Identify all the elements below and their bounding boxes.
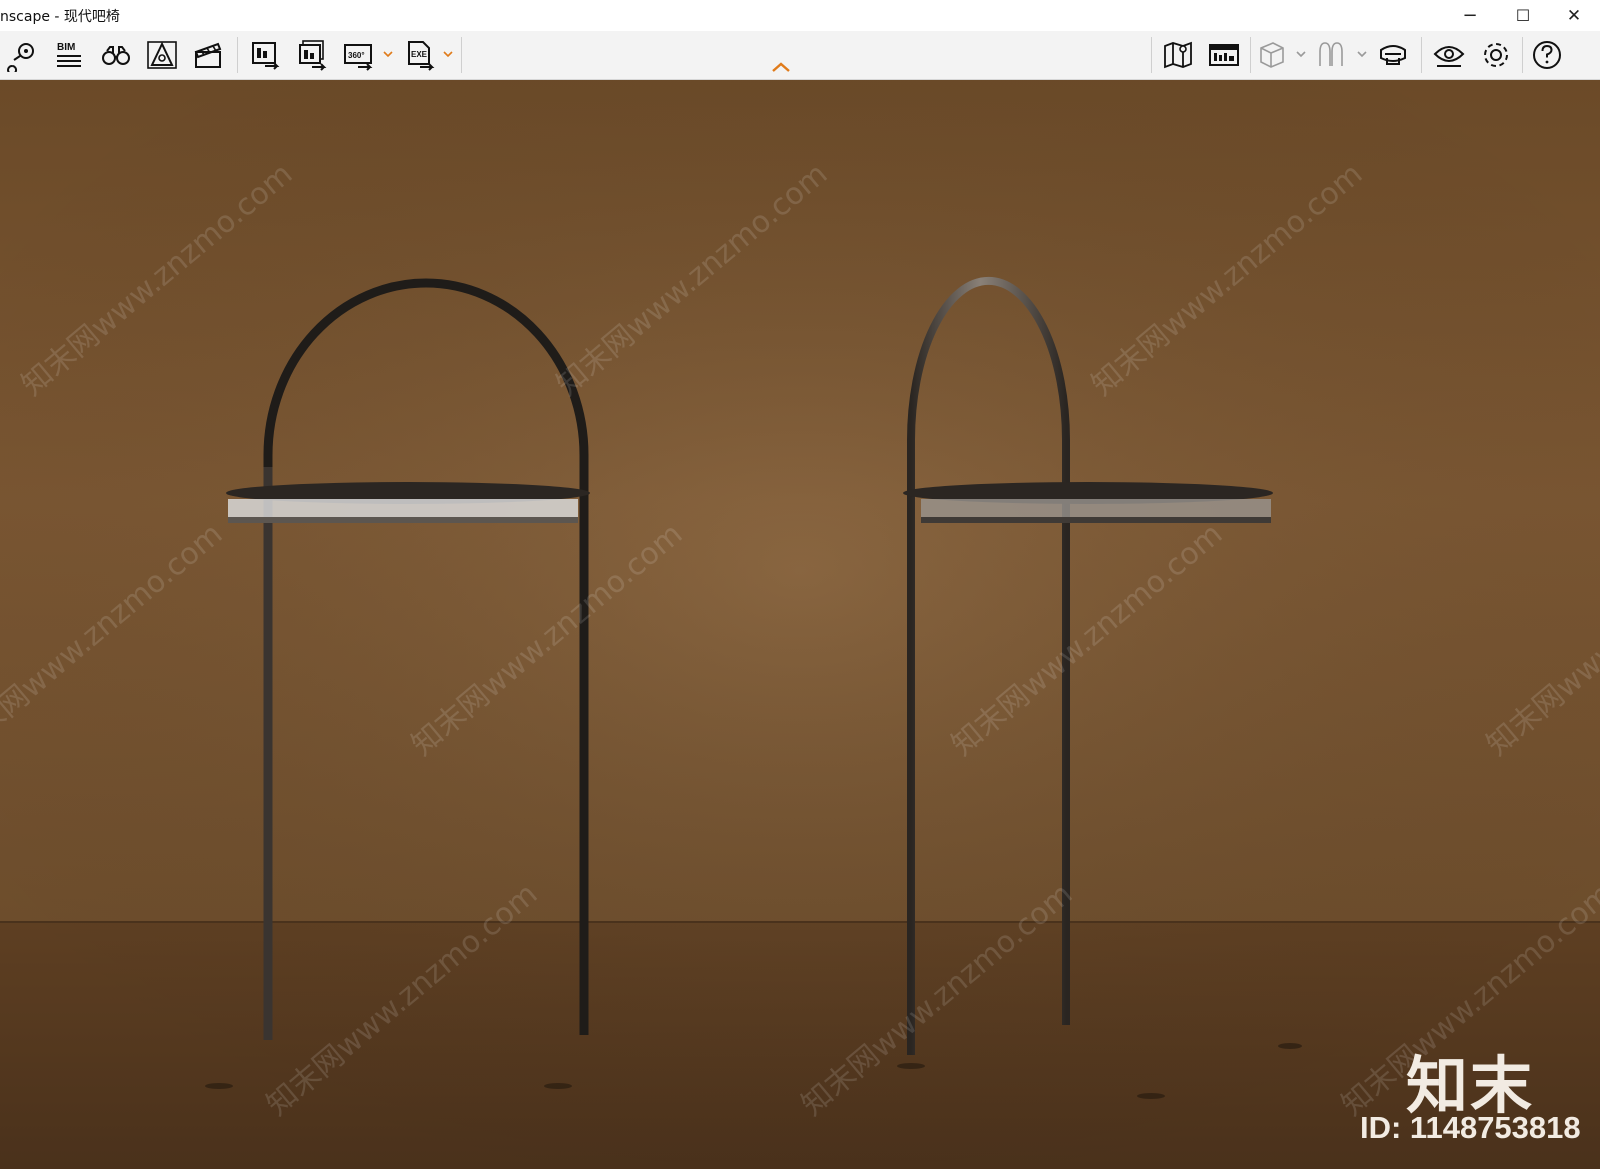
vr-headset-button[interactable]	[1373, 37, 1413, 73]
export-batch-button[interactable]	[292, 37, 332, 73]
scene-render	[0, 80, 1600, 1169]
toolbar-separator	[461, 37, 462, 73]
export-image-button[interactable]	[245, 37, 285, 73]
toolbar-separator	[1151, 37, 1152, 73]
visibility-button[interactable]	[1429, 37, 1469, 73]
cube-icon	[1260, 42, 1284, 68]
render-viewport[interactable]: 知末网www.znzmo.com 知末网www.znzmo.com 知末网www…	[0, 80, 1600, 1169]
minimize-icon: −	[1462, 5, 1478, 26]
binoculars-button[interactable]	[96, 37, 136, 73]
mannequin-button[interactable]	[1311, 37, 1351, 73]
map-pin-icon	[7, 43, 34, 72]
map-icon	[1164, 41, 1192, 69]
main-toolbar: BIM 360° EXE	[0, 31, 1600, 80]
maximize-button[interactable]: ☐	[1497, 0, 1549, 31]
render-panel-button[interactable]	[1204, 37, 1244, 73]
vr-headset-icon	[1380, 45, 1406, 65]
export-image-icon	[252, 42, 280, 70]
title-bar: nscape - 现代吧椅 − ☐ ✕	[0, 0, 1600, 31]
toolbar-separator	[1250, 37, 1251, 73]
window-title: nscape - 现代吧椅	[0, 9, 120, 25]
asset-id: ID: 1148753818	[1360, 1110, 1581, 1145]
mannequin-icon	[1319, 42, 1343, 66]
chevron-down-icon[interactable]	[443, 49, 453, 59]
exe-label: EXE	[411, 50, 428, 59]
export-batch-icon	[299, 40, 327, 71]
visibility-eye-icon	[1433, 46, 1465, 67]
export-exe-button[interactable]: EXE	[400, 37, 440, 73]
render-panel-icon	[1209, 44, 1239, 66]
binoculars-icon	[102, 46, 130, 65]
bim-list-icon: BIM	[57, 42, 81, 67]
map-button[interactable]	[1158, 37, 1198, 73]
help-button[interactable]	[1527, 37, 1567, 73]
cube-button[interactable]	[1252, 37, 1292, 73]
export-360-icon: 360°	[344, 44, 373, 71]
close-button[interactable]: ✕	[1548, 0, 1600, 31]
minimize-button[interactable]: −	[1444, 0, 1496, 31]
toolbar-separator	[1421, 37, 1422, 73]
clapperboard-icon	[194, 42, 222, 68]
help-icon	[1533, 41, 1561, 69]
pano-label: 360°	[348, 51, 365, 60]
collapse-toolbar-icon[interactable]	[770, 60, 792, 74]
chevron-down-icon[interactable]	[383, 49, 393, 59]
maximize-icon: ☐	[1515, 6, 1531, 25]
chevron-down-icon[interactable]	[1296, 49, 1306, 59]
chevron-down-icon[interactable]	[1357, 49, 1367, 59]
bim-label: BIM	[57, 42, 75, 53]
export-exe-icon: EXE	[408, 41, 435, 71]
vr-cone-button[interactable]	[142, 37, 182, 73]
bim-button[interactable]: BIM	[49, 37, 89, 73]
export-360-button[interactable]: 360°	[338, 37, 378, 73]
toolbar-separator	[237, 37, 238, 73]
video-button[interactable]	[188, 37, 228, 73]
close-icon: ✕	[1566, 5, 1582, 26]
location-button[interactable]	[3, 37, 43, 73]
toolbar-separator	[1522, 37, 1523, 73]
settings-button[interactable]	[1476, 37, 1516, 73]
settings-gear-icon	[1484, 43, 1508, 67]
vr-cone-icon	[147, 41, 177, 69]
